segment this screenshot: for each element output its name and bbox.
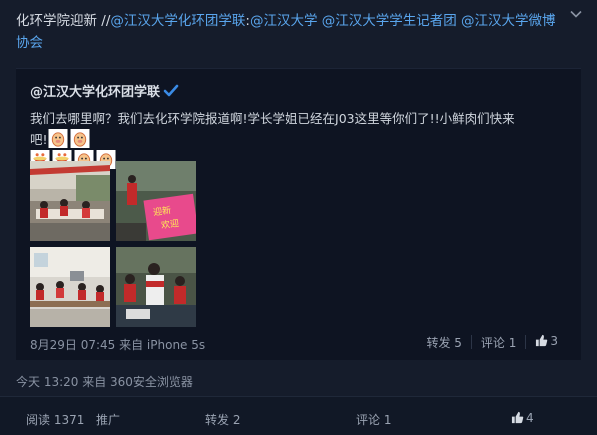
verified-badge-icon [163,84,179,97]
comment-button[interactable]: 评论 1 [356,411,391,428]
forward-button[interactable]: 转发 2 [205,411,240,428]
pig-emoji-icon [48,129,68,148]
thumbs-up-icon [511,411,524,424]
like-button[interactable]: 4 [511,411,534,425]
post-text-plain: 化环学院迎新 // [16,13,111,29]
original-timestamp-source[interactable]: 8月29日 07:45 来自 iPhone 5s [30,336,205,353]
like-count: 4 [526,411,534,425]
weibo-post-card: 化环学院迎新 //@江汉大学化环团学联:@江汉大学 @江汉大学学生记者团 @江汉… [0,0,597,435]
post-timestamp-source[interactable]: 今天 13:20 来自 360安全浏览器 [16,373,193,390]
original-text-body: 我们去哪里啊？我们去化环学院报道啊!学长学姐已经在J03这里等你们了!!小鲜肉们… [30,111,515,147]
chevron-down-icon[interactable] [569,7,583,21]
post-text: 化环学院迎新 //@江汉大学化环团学联:@江汉大学 @江汉大学学生记者团 @江汉… [16,10,556,54]
original-like-button[interactable]: 3 [526,334,567,351]
original-action-bar: 转发 5 评论 1 3 [417,334,567,351]
mention-link-3[interactable]: @江汉大学学生记者团 [322,13,457,29]
reposted-weibo: @江汉大学化环团学联 我们去哪里啊？我们去化环学院报道啊!学长学姐已经在J03这… [16,68,581,360]
photo-students-table[interactable] [116,247,196,327]
photo-welcome-banner[interactable]: 迎新 欢迎 [116,161,196,241]
original-author-name[interactable]: @江汉大学化环团学联 [30,85,160,100]
promote-button[interactable]: 推广 [96,411,120,428]
photo-registration-desk[interactable] [30,161,110,241]
original-forward-button[interactable]: 转发 5 [417,334,470,351]
post-action-bar: 阅读 1371 推广 转发 2 评论 1 4 [0,396,597,435]
photo-classroom[interactable] [30,247,110,327]
mention-link-1[interactable]: @江汉大学化环团学联 [110,13,245,29]
mention-link-2[interactable]: @江汉大学 [250,13,318,29]
pig-emoji-icon [70,129,90,148]
original-comment-button[interactable]: 评论 1 [472,334,525,351]
read-count: 阅读 1371 [26,413,85,427]
thumbs-up-icon [536,334,548,347]
original-author[interactable]: @江汉大学化环团学联 [30,81,179,100]
original-like-count: 3 [550,334,558,348]
